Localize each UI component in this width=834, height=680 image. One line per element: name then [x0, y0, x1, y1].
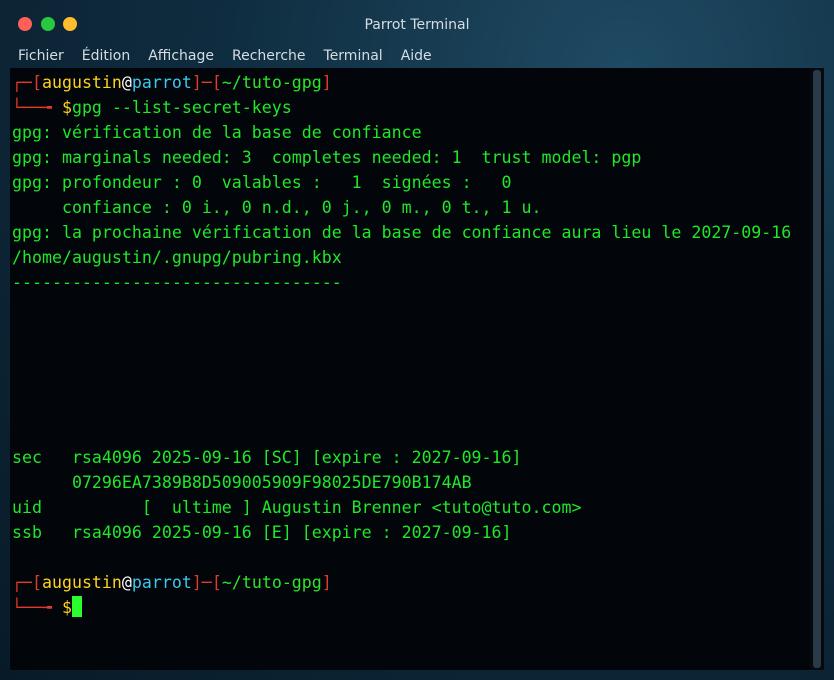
terminal-output-area[interactable]: ┌─[augustin@parrot]─[~/tuto-gpg] └──╼ $g… [10, 68, 810, 670]
menu-recherche[interactable]: Recherche [224, 48, 314, 64]
prompt-dash: ─ [201, 573, 212, 592]
scrollbar-thumb[interactable] [813, 70, 821, 668]
title-bar[interactable]: Parrot Terminal [0, 0, 834, 44]
scrollbar[interactable] [810, 68, 824, 670]
prompt-line: ┌─[augustin@parrot]─[~/tuto-gpg] [12, 570, 332, 595]
prompt-arrow: └──╼ [12, 98, 62, 117]
output-line: /home/augustin/.gnupg/pubring.kbx [12, 248, 342, 267]
prompt-host: parrot [131, 573, 192, 592]
menu-aide[interactable]: Aide [393, 48, 440, 64]
command-text: gpg --list-secret-keys [71, 98, 292, 117]
output-line: --------------------------------- [12, 273, 342, 292]
prompt-bracket: ] [321, 73, 332, 92]
prompt-user: augustin [41, 573, 122, 592]
output-line: gpg: marginals needed: 3 completes neede… [12, 148, 642, 167]
prompt-line: ┌─[augustin@parrot]─[~/tuto-gpg] [12, 70, 332, 95]
prompt-bracket: ] [191, 73, 202, 92]
output-line: gpg: vérification de la base de confianc… [12, 123, 422, 142]
prompt-dash: ─ [201, 73, 212, 92]
terminal-window: Parrot Terminal Fichier Édition Affichag… [0, 0, 834, 680]
output-line: gpg: la prochaine vérification de la bas… [12, 223, 792, 242]
menu-terminal[interactable]: Terminal [316, 48, 391, 64]
prompt-at: @ [121, 73, 132, 92]
prompt-path: ~/tuto-gpg [221, 573, 322, 592]
prompt-bracket: [ [31, 73, 42, 92]
output-line: confiance : 0 i., 0 n.d., 0 j., 0 m., 0 … [12, 198, 542, 217]
key-line-uid: uid [ ultime ] Augustin Brenner <tuto@tu… [12, 498, 582, 517]
prompt-corner: ┌─ [12, 73, 32, 92]
key-line-fingerprint: 07296EA7389B8D509005909F98025DE790B174AB [12, 473, 472, 492]
prompt-user: augustin [41, 73, 122, 92]
key-line-sec: sec rsa4096 2025-09-16 [SC] [expire : 20… [12, 448, 522, 467]
output-line: gpg: profondeur : 0 valables : 1 signées… [12, 173, 512, 192]
prompt-path: ~/tuto-gpg [221, 73, 322, 92]
prompt-host: parrot [131, 73, 192, 92]
window-title: Parrot Terminal [364, 17, 470, 33]
prompt-bracket: ] [191, 573, 202, 592]
menu-fichier[interactable]: Fichier [10, 48, 72, 64]
key-line-ssb: ssb rsa4096 2025-09-16 [E] [expire : 202… [12, 523, 512, 542]
prompt-bracket: [ [211, 73, 222, 92]
prompt-bracket: [ [31, 573, 42, 592]
menu-edition[interactable]: Édition [74, 48, 138, 64]
menu-bar: Fichier Édition Affichage Recherche Term… [0, 44, 834, 68]
command-line: └──╼ $gpg --list-secret-keys [12, 95, 292, 120]
prompt-arrow: └──╼ [12, 598, 62, 617]
prompt-bracket: [ [211, 573, 222, 592]
prompt-dollar: $ [61, 598, 72, 617]
text-cursor [71, 596, 82, 617]
prompt-bracket: ] [321, 573, 332, 592]
menu-affichage[interactable]: Affichage [140, 48, 222, 64]
prompt-corner: ┌─ [12, 573, 32, 592]
prompt-dollar: $ [61, 98, 72, 117]
command-line[interactable]: └──╼ $ [12, 595, 82, 620]
prompt-at: @ [121, 573, 132, 592]
